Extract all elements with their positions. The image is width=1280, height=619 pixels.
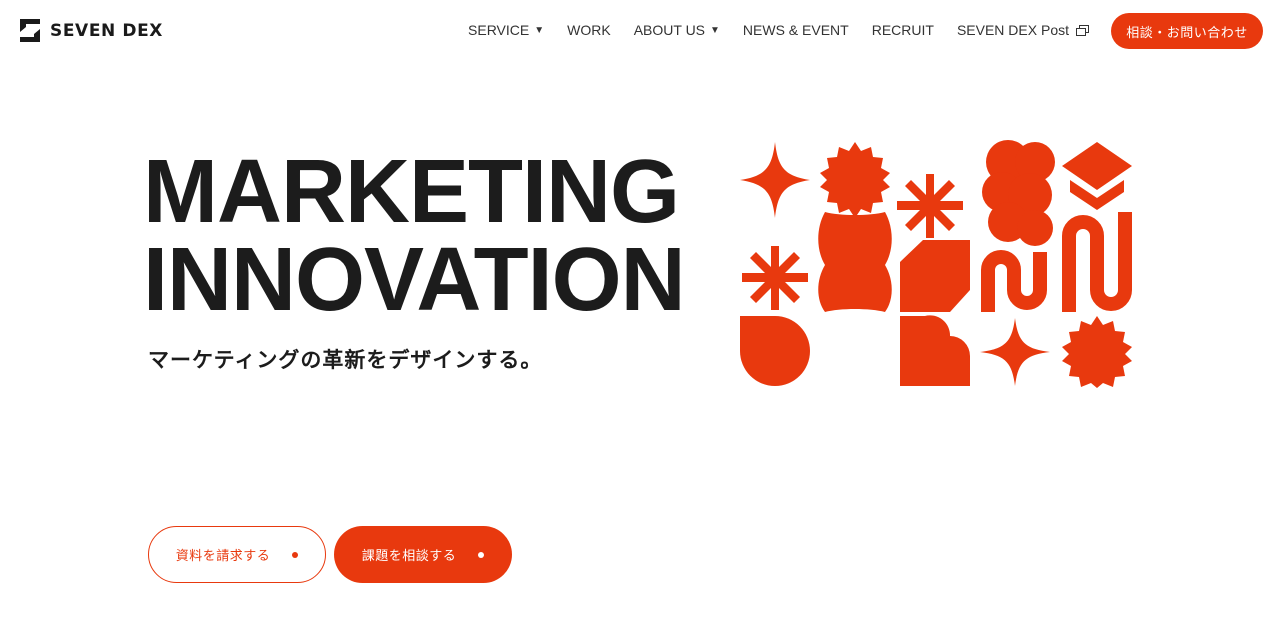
consult-button[interactable]: 課題を相談する <box>334 526 512 583</box>
contact-button[interactable]: 相談・お問い合わせ <box>1111 13 1263 49</box>
wave-shape <box>981 250 1047 312</box>
request-docs-button[interactable]: 資料を請求する <box>148 526 326 583</box>
dot-icon <box>478 551 485 558</box>
dot-icon <box>292 551 299 558</box>
asterisk-shape <box>742 246 808 310</box>
nav-item-label: SEVEN DEX Post <box>956 22 1069 38</box>
sparkle-shape <box>740 142 810 218</box>
starburst-shape <box>820 142 890 218</box>
nav-item-label: WORK <box>567 22 611 38</box>
hero-title: MARKETING INNOVATION <box>143 142 686 330</box>
asterisk-shape <box>897 174 963 238</box>
nav-item-work[interactable]: WORK <box>567 22 611 38</box>
hero-subtitle: マーケティングの革新をデザインする。 <box>148 349 543 372</box>
nav-item-label: RECRUIT <box>871 22 934 38</box>
starburst-shape <box>1062 316 1132 388</box>
cluster-circle <box>1017 210 1053 246</box>
wave-shape <box>1062 212 1132 312</box>
chevron-down-icon: ▼ <box>710 24 720 36</box>
logo-link[interactable]: SEVEN DEX <box>20 19 163 42</box>
hero-title-line2: INNOVATION <box>143 230 686 330</box>
consult-label: 課題を相談する <box>361 548 457 563</box>
quarter-circle-shape <box>740 316 810 386</box>
slanted-block-shape <box>900 240 970 312</box>
heart-block-shape <box>900 315 970 386</box>
nav-item-news-event[interactable]: NEWS & EVENT <box>743 22 849 38</box>
main-nav: SERVICE ▼ WORK ABOUT US ▼ NEWS & EVENT R… <box>468 22 1089 38</box>
hero-graphic <box>740 140 1132 388</box>
nav-item-label: ABOUT US <box>633 22 706 38</box>
site-header: SEVEN DEX SERVICE ▼ WORK ABOUT US ▼ NEWS… <box>0 0 1280 62</box>
hero-title-line1: MARKETING <box>143 142 680 242</box>
nav-item-label: NEWS & EVENT <box>742 22 849 38</box>
nav-item-about-us[interactable]: ABOUT US ▼ <box>634 22 720 38</box>
logo-text: SEVEN DEX <box>50 20 164 41</box>
external-window-icon <box>1076 25 1089 36</box>
nav-item-label: SERVICE <box>468 22 530 38</box>
blob-shape <box>818 212 892 312</box>
nav-item-recruit[interactable]: RECRUIT <box>872 22 934 38</box>
request-docs-label: 資料を請求する <box>175 548 271 563</box>
chevron-down-icon: ▼ <box>534 24 545 36</box>
sparkle-shape <box>980 318 1050 386</box>
logo-mark-icon <box>20 19 40 42</box>
nav-item-seven-dex-post[interactable]: SEVEN DEX Post <box>956 22 1089 38</box>
nav-item-service[interactable]: SERVICE ▼ <box>468 22 544 38</box>
